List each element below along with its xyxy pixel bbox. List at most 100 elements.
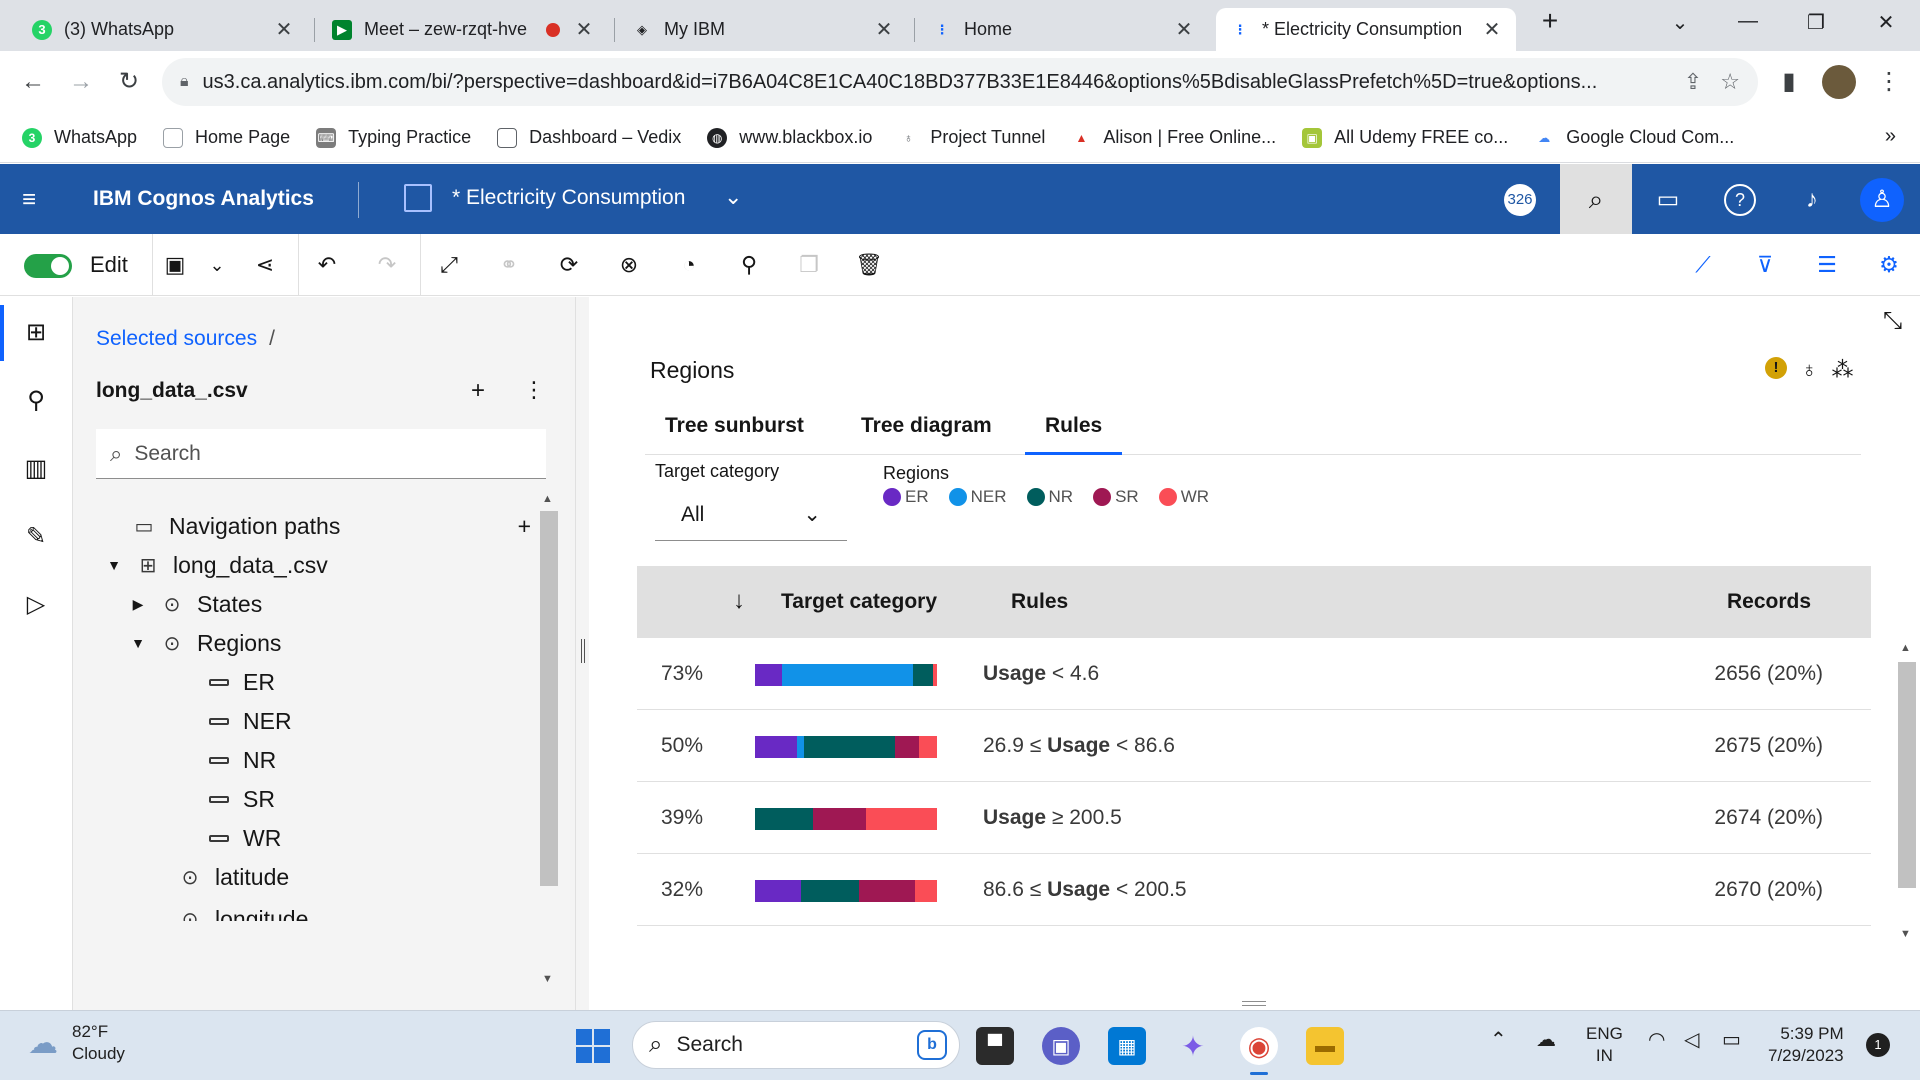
bookmark-project-tunnel[interactable]: ♁ Project Tunnel	[898, 127, 1046, 148]
wifi-icon[interactable]: ◠	[1648, 1027, 1665, 1052]
tree-item-region-sr[interactable]: SR	[209, 779, 275, 819]
visualizations-icon[interactable]: ▥	[20, 453, 52, 485]
tree-item-latitude[interactable]: ⊙ latitude	[177, 857, 290, 897]
taskbar-search-input[interactable]: ⌕ Search b	[632, 1021, 960, 1069]
filter-icon[interactable]: ⊽	[1750, 250, 1780, 280]
close-icon[interactable]: ✕	[574, 17, 594, 42]
tree-item-region-ner[interactable]: NER	[209, 701, 292, 741]
caret-down-icon[interactable]: ▼	[103, 557, 125, 573]
language-indicator[interactable]: ENG IN	[1586, 1023, 1623, 1067]
edit-toggle[interactable]	[24, 254, 72, 278]
restore-button[interactable]: ❐	[1796, 10, 1836, 35]
caret-down-icon[interactable]: ▼	[127, 635, 149, 651]
store-icon[interactable]: ▦	[1108, 1027, 1146, 1065]
task-view-icon[interactable]: ▀	[976, 1027, 1014, 1065]
bookmark-whatsapp[interactable]: 3 WhatsApp	[22, 127, 137, 148]
chevron-down-icon[interactable]: ⌄	[724, 184, 742, 210]
scrollbar-thumb[interactable]	[540, 511, 558, 886]
notification-count-badge[interactable]: 326	[1504, 184, 1536, 216]
new-tab-button[interactable]: +	[1530, 5, 1570, 37]
table-scrollbar[interactable]: ▲ ▼	[1895, 638, 1917, 940]
tab-rules[interactable]: Rules	[1025, 397, 1123, 455]
tab-electricity-consumption[interactable]: ⋮ * Electricity Consumption ✕	[1216, 8, 1516, 51]
delete-icon[interactable]: 🗑︎	[854, 250, 884, 280]
collapse-icon[interactable]: ⤡	[1883, 307, 1902, 335]
close-window-button[interactable]: ✕	[1866, 10, 1906, 35]
close-icon[interactable]: ✕	[1482, 17, 1502, 42]
browser-menu-icon[interactable]: ⋮	[1872, 65, 1906, 99]
chevron-down-icon[interactable]: ⌄	[202, 250, 232, 280]
file-explorer-icon[interactable]: ▬	[1306, 1027, 1344, 1065]
hamburger-menu-icon[interactable]: ≡	[22, 186, 36, 214]
header-target-category[interactable]: Target category	[781, 590, 937, 614]
bookmark-dashboard-vedix[interactable]: Dashboard – Vedix	[497, 127, 681, 148]
pin-icon[interactable]: ⚲	[20, 385, 52, 417]
back-button[interactable]: ←	[16, 65, 50, 99]
side-panel-icon[interactable]: ▮	[1772, 65, 1806, 99]
redo-icon[interactable]: ↷	[372, 250, 402, 280]
tree-item-region-nr[interactable]: NR	[209, 740, 276, 780]
bell-icon[interactable]: ♪	[1796, 184, 1828, 216]
breadcrumb-selected-sources[interactable]: Selected sources	[96, 327, 257, 350]
volume-icon[interactable]: ◁	[1684, 1027, 1699, 1052]
bing-icon[interactable]: b	[917, 1030, 947, 1060]
user-avatar-icon[interactable]: ♙	[1860, 178, 1904, 222]
ai-insights-icon[interactable]: ⁂	[1832, 357, 1854, 383]
caret-right-icon[interactable]: ▶	[127, 596, 149, 613]
tree-scrollbar[interactable]: ▲ ▼	[538, 489, 560, 989]
settings-sliders-icon[interactable]: ⚙	[1874, 250, 1904, 280]
tree-item-region-wr[interactable]: WR	[209, 818, 281, 858]
search-icon[interactable]: ⌕	[1560, 164, 1632, 234]
tree-item-states[interactable]: ▶ ⊙ States	[127, 584, 263, 624]
url-field[interactable]: 🔒︎ us3.ca.analytics.ibm.com/bi/?perspect…	[162, 58, 1758, 106]
close-icon[interactable]: ✕	[874, 17, 894, 42]
chat-icon[interactable]: ▭	[1652, 184, 1684, 216]
battery-icon[interactable]: ▭	[1722, 1027, 1741, 1052]
warning-icon[interactable]: !	[1765, 357, 1787, 379]
bookmark-udemy[interactable]: ▣ All Udemy FREE co...	[1302, 127, 1508, 148]
expand-icon[interactable]: ⤢	[434, 250, 464, 280]
onedrive-icon[interactable]: ☁	[1536, 1027, 1556, 1052]
media-icon[interactable]: ▷	[20, 589, 52, 621]
profile-avatar[interactable]	[1822, 65, 1856, 99]
bookmark-star-icon[interactable]: ☆	[1720, 69, 1740, 95]
target-category-dropdown[interactable]: All ⌄	[655, 489, 847, 541]
sort-descending-icon[interactable]: ↓	[733, 587, 745, 615]
forward-button[interactable]: →	[64, 65, 98, 99]
pin-icon[interactable]: ⚲	[734, 250, 764, 280]
properties-icon[interactable]: ☰	[1812, 250, 1842, 280]
share-icon[interactable]: ⋖	[250, 250, 280, 280]
tree-item-table[interactable]: ▼ ⊞ long_data_.csv	[103, 545, 328, 585]
overflow-menu-icon[interactable]: ⋮	[523, 377, 545, 403]
chevron-up-icon[interactable]: ⌃	[1490, 1027, 1507, 1052]
tab-tree-diagram[interactable]: Tree diagram	[841, 397, 1012, 455]
teams-icon[interactable]: ▣	[1042, 1027, 1080, 1065]
save-icon[interactable]: ▣	[160, 250, 190, 280]
bookmark-typing-practice[interactable]: ⌨ Typing Practice	[316, 127, 471, 148]
tab-whatsapp[interactable]: 3 (3) WhatsApp ✕	[18, 8, 308, 51]
tree-item-region-er[interactable]: ER	[209, 662, 275, 702]
widget-resize-handle[interactable]	[1242, 1001, 1266, 1006]
chrome-icon[interactable]: ◉	[1240, 1027, 1278, 1075]
scrollbar-thumb[interactable]	[1898, 662, 1916, 888]
connect-icon[interactable]: ⚭	[494, 250, 524, 280]
undo-icon[interactable]: ↶	[312, 250, 342, 280]
close-icon[interactable]: ✕	[1174, 17, 1194, 42]
bookmark-blackbox[interactable]: ◍ www.blackbox.io	[707, 127, 872, 148]
share-icon[interactable]: ⇪	[1684, 69, 1702, 95]
table-row[interactable]: 50% 26.9 ≤ Usage < 86.6 2675 (20%)	[637, 710, 1871, 782]
table-row[interactable]: 39% Usage ≥ 200.5 2674 (20%)	[637, 782, 1871, 854]
refresh-data-icon[interactable]: ⟳	[554, 250, 584, 280]
help-icon[interactable]: ?	[1724, 184, 1756, 216]
bookmark-alison[interactable]: ▲ Alison | Free Online...	[1071, 127, 1276, 148]
tree-item-regions[interactable]: ▼ ⊙ Regions	[127, 623, 281, 663]
add-source-button[interactable]: +	[471, 377, 485, 405]
lightbulb-icon[interactable]: ♁	[1801, 357, 1818, 383]
clock[interactable]: 5:39 PM 7/29/2023	[1768, 1023, 1844, 1067]
autoplay-icon[interactable]: ◔	[674, 250, 704, 280]
tab-meet[interactable]: ▶ Meet – zew-rzqt-hve ✕	[318, 8, 608, 51]
copy-icon[interactable]: ❐	[794, 250, 824, 280]
header-rules[interactable]: Rules	[1011, 590, 1068, 614]
widgets-icon[interactable]: ✎	[20, 521, 52, 553]
add-navigation-path-button[interactable]: +	[518, 513, 531, 540]
